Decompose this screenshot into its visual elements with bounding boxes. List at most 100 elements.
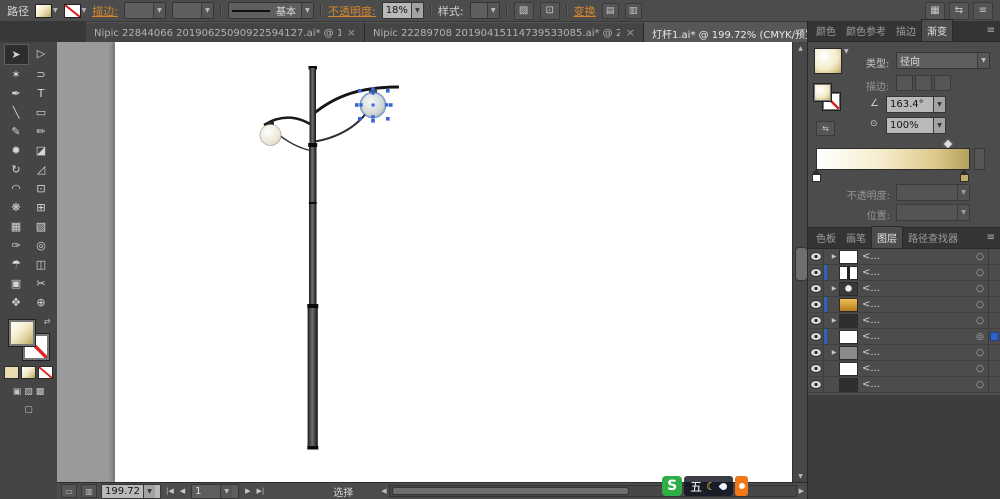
rectangle-tool[interactable]: ▭ bbox=[29, 103, 54, 122]
visibility-toggle[interactable] bbox=[808, 281, 824, 296]
column-graph-tool[interactable]: ◫ bbox=[29, 255, 54, 274]
visibility-toggle[interactable] bbox=[808, 345, 824, 360]
gradient-annotator[interactable] bbox=[974, 148, 985, 170]
target-circle[interactable]: ○ bbox=[972, 364, 988, 374]
hand-tool[interactable]: ✥ bbox=[4, 293, 29, 312]
shape-builder-tool[interactable]: ❋ bbox=[4, 198, 29, 217]
visibility-toggle[interactable] bbox=[808, 249, 824, 264]
paintbrush-tool[interactable]: ✎ bbox=[4, 122, 29, 141]
chevron-down-icon[interactable]: ▼ bbox=[844, 48, 849, 55]
selection-column[interactable] bbox=[988, 377, 1000, 392]
artboard-navigation-dropdown[interactable]: 1 ▼ bbox=[191, 484, 239, 499]
gradient-group-tab-3[interactable]: 渐变 bbox=[921, 19, 953, 41]
type-tool[interactable]: T bbox=[29, 84, 54, 103]
layer-thumbnail[interactable] bbox=[839, 282, 858, 296]
layer-name[interactable]: <... bbox=[862, 347, 972, 358]
opacity-panel-link[interactable]: 不透明度: bbox=[328, 3, 376, 19]
next-artboard-button[interactable]: ▶ bbox=[244, 487, 251, 495]
layer-name[interactable]: <... bbox=[862, 251, 972, 262]
selection-column[interactable] bbox=[988, 265, 1000, 280]
document-tab-0[interactable]: Nipic 22844066 20190625090922594127.ai* … bbox=[86, 22, 365, 42]
draw-normal-icon[interactable]: ▣ bbox=[13, 387, 22, 397]
selection-column[interactable] bbox=[988, 361, 1000, 376]
symbol-sprayer-tool[interactable]: ☂ bbox=[4, 255, 29, 274]
control-panel-menu-icon[interactable]: ≡ bbox=[973, 2, 993, 20]
layer-name[interactable]: <... bbox=[862, 379, 972, 390]
stroke-gradient-along-icon[interactable] bbox=[915, 75, 932, 91]
gradient-stop-end[interactable] bbox=[960, 169, 969, 181]
layer-name[interactable]: <... bbox=[862, 267, 972, 278]
gradient-tool[interactable]: ▧ bbox=[29, 217, 54, 236]
layer-name[interactable]: <... bbox=[862, 363, 972, 374]
layer-thumbnail[interactable] bbox=[839, 378, 858, 392]
expand-arrow-icon[interactable]: ▶ bbox=[829, 317, 839, 324]
tab-close-icon[interactable]: × bbox=[626, 28, 635, 38]
selection-column[interactable] bbox=[988, 297, 1000, 312]
panel-menu-icon[interactable]: ≡ bbox=[987, 232, 995, 243]
zoom-dropdown[interactable]: 199.72 ▼ bbox=[101, 484, 161, 499]
slice-tool[interactable]: ✂ bbox=[29, 274, 54, 293]
scroll-up-icon[interactable]: ▲ bbox=[793, 42, 808, 55]
rotate-tool[interactable]: ↻ bbox=[4, 160, 29, 179]
fill-proxy-box[interactable] bbox=[9, 320, 35, 346]
target-circle[interactable]: ◎ bbox=[972, 332, 988, 342]
none-mode-button[interactable] bbox=[38, 366, 53, 379]
canvas-area[interactable]: ▲ ▼ ▭ ▥ 199.72 ▼ |◀ ◀ 1 ▼ ▶ ▶| 选择 ◀ bbox=[57, 42, 808, 499]
style-dropdown[interactable]: ▼ bbox=[470, 2, 500, 19]
target-circle[interactable]: ○ bbox=[972, 268, 988, 278]
pen-tool[interactable]: ✒ bbox=[4, 84, 29, 103]
layer-row[interactable]: ▶<...○ bbox=[808, 281, 1000, 297]
target-circle[interactable]: ○ bbox=[972, 284, 988, 294]
street-lamp-illustration[interactable] bbox=[115, 42, 793, 482]
layer-thumbnail[interactable] bbox=[839, 250, 858, 264]
arrange-documents-icon[interactable]: ▦ bbox=[925, 2, 945, 20]
blend-tool[interactable]: ◎ bbox=[29, 236, 54, 255]
gradient-aspect-dropdown[interactable]: 100% ▼ bbox=[886, 117, 946, 134]
scale-tool[interactable]: ◿ bbox=[29, 160, 54, 179]
expand-arrow-icon[interactable]: ▶ bbox=[829, 349, 839, 356]
horizontal-scroll-thumb[interactable] bbox=[392, 487, 629, 495]
selection-column[interactable] bbox=[988, 329, 1000, 344]
gradient-group-tab-1[interactable]: 颜色参考 bbox=[841, 20, 891, 41]
blob-brush-tool[interactable]: ✹ bbox=[4, 141, 29, 160]
screen-mode-icon[interactable]: ▢ bbox=[24, 405, 33, 415]
gradient-stop-start[interactable] bbox=[812, 169, 821, 181]
visibility-toggle[interactable] bbox=[808, 313, 824, 328]
gradient-mode-button[interactable] bbox=[21, 366, 36, 379]
target-circle[interactable]: ○ bbox=[972, 316, 988, 326]
vertical-scrollbar[interactable]: ▲ ▼ bbox=[792, 42, 808, 483]
draw-inside-icon[interactable]: ▩ bbox=[36, 387, 45, 397]
layer-name[interactable]: <... bbox=[862, 331, 972, 342]
layer-name[interactable]: <... bbox=[862, 315, 972, 326]
visibility-toggle[interactable] bbox=[808, 297, 824, 312]
direct-selection-tool[interactable]: ▷ bbox=[29, 44, 54, 63]
transform-panel-link[interactable]: 变换 bbox=[574, 3, 596, 19]
magic-wand-tool[interactable]: ✶ bbox=[4, 65, 29, 84]
brush-definition-dropdown[interactable]: 基本 ▼ bbox=[228, 2, 314, 19]
gradient-angle-dropdown[interactable]: 163.4° ▼ bbox=[886, 96, 946, 113]
scroll-right-icon[interactable]: ▶ bbox=[799, 487, 804, 495]
fill-color-dropdown[interactable]: ▼ bbox=[35, 4, 58, 18]
first-artboard-button[interactable]: |◀ bbox=[165, 487, 175, 495]
layer-row[interactable]: ▶<...○ bbox=[808, 249, 1000, 265]
line-segment-tool[interactable]: ╲ bbox=[4, 103, 29, 122]
layers-group-tab-1[interactable]: 画笔 bbox=[841, 227, 871, 248]
artboard[interactable] bbox=[115, 42, 793, 482]
scroll-left-icon[interactable]: ◀ bbox=[381, 487, 386, 495]
width-profile-dropdown[interactable]: ▼ bbox=[172, 2, 214, 19]
layers-group-tab-3[interactable]: 路径查找器 bbox=[903, 227, 963, 248]
layer-row[interactable]: <...◎ bbox=[808, 329, 1000, 345]
stroke-panel-link[interactable]: 描边: bbox=[92, 3, 118, 19]
lasso-tool[interactable]: ⊃ bbox=[29, 65, 54, 84]
mesh-tool[interactable]: ▦ bbox=[4, 217, 29, 236]
stroke-weight-dropdown[interactable]: ▼ bbox=[124, 2, 166, 19]
layer-row[interactable]: <...○ bbox=[808, 377, 1000, 393]
gradient-type-dropdown[interactable]: 径向 ▼ bbox=[896, 52, 990, 69]
align-horizontal-icon[interactable]: ▤ bbox=[602, 3, 619, 19]
layer-row[interactable]: ▶ <...○ bbox=[808, 313, 1000, 329]
width-tool[interactable]: ◠ bbox=[4, 179, 29, 198]
selection-column[interactable] bbox=[988, 313, 1000, 328]
layer-row[interactable]: ▶<...○ bbox=[808, 345, 1000, 361]
document-tab-2[interactable]: 灯杆1.ai* @ 199.72% (CMYK/预览)× bbox=[644, 22, 808, 42]
layer-name[interactable]: <... bbox=[862, 283, 972, 294]
